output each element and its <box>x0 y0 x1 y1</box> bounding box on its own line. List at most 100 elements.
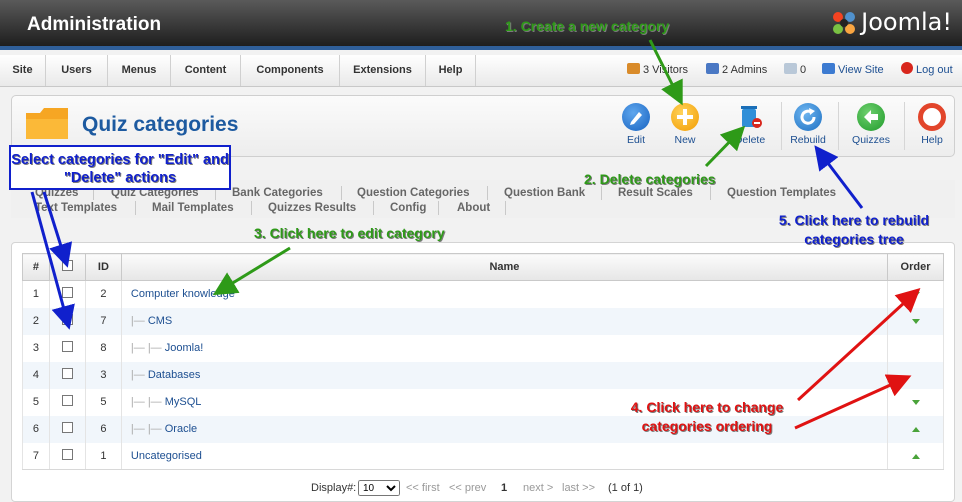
row-order <box>887 388 944 416</box>
row-checkbox[interactable] <box>61 368 73 379</box>
pagination: Display#: 10 << first << prev 1 next > l… <box>0 480 962 496</box>
main-menu: Site Users Menus Content Components Exte… <box>0 55 962 87</box>
rebuild-button[interactable]: Rebuild <box>783 103 833 149</box>
annotation-select-box: Select categories for "Edit" and "Delete… <box>9 145 231 190</box>
order-down-icon[interactable] <box>911 292 920 298</box>
joomla-logo: Joomla! <box>831 8 952 36</box>
order-up-icon[interactable] <box>911 427 920 432</box>
order-down-icon[interactable] <box>911 400 920 405</box>
logout-link[interactable]: Log out <box>901 55 953 86</box>
view-site-link[interactable]: View Site <box>822 55 884 86</box>
submenu-question-categories[interactable]: Question Categories <box>357 186 469 200</box>
menu-components[interactable]: Components <box>241 55 340 86</box>
row-number: 7 <box>22 442 50 470</box>
first-page-link[interactable]: << first <box>406 480 440 496</box>
row-checkbox[interactable] <box>61 341 73 352</box>
prev-page-link[interactable]: << prev <box>449 480 486 496</box>
submenu-separator <box>438 201 439 215</box>
delete-button[interactable]: Delete <box>725 103 775 149</box>
quizzes-button[interactable]: Quizzes <box>846 103 896 149</box>
joomla-logo-icon <box>833 12 856 34</box>
category-name-link[interactable]: Oracle <box>165 423 197 435</box>
submenu-bank-categories[interactable]: Bank Categories <box>232 186 323 200</box>
select-all-checkbox[interactable] <box>61 260 73 271</box>
menu-menus[interactable]: Menus <box>108 55 171 86</box>
row-checkbox[interactable] <box>61 422 73 433</box>
row-number: 5 <box>22 388 50 416</box>
row-checkbox[interactable] <box>61 395 73 406</box>
menu-users[interactable]: Users <box>46 55 108 86</box>
row-id: 2 <box>84 280 122 308</box>
category-name-link[interactable]: MySQL <box>165 396 202 408</box>
row-id: 6 <box>84 415 122 443</box>
row-id: 5 <box>84 388 122 416</box>
category-name-link[interactable]: Computer knowledge <box>131 288 235 300</box>
visitors-status[interactable]: 3 Visitors <box>627 55 688 86</box>
tree-prefix: |— |— <box>130 342 165 354</box>
page-info: (1 of 1) <box>608 482 643 494</box>
submenu-question-templates[interactable]: Question Templates <box>727 186 836 200</box>
refresh-icon <box>794 103 822 131</box>
row-select <box>48 388 86 416</box>
submenu-quizzes-results[interactable]: Quizzes Results <box>268 201 356 215</box>
submenu-text-templates[interactable]: Text Templates <box>35 201 117 215</box>
table-row: 4 3 |— Databases <box>22 361 944 389</box>
header-name[interactable]: Name <box>120 253 889 281</box>
next-page-link[interactable]: next > <box>523 480 553 496</box>
menu-extensions[interactable]: Extensions <box>340 55 426 86</box>
row-id: 8 <box>84 334 122 362</box>
row-id: 3 <box>84 361 122 389</box>
menu-content[interactable]: Content <box>171 55 241 86</box>
toolbar-separator <box>781 102 782 150</box>
joomla-logo-text: Joomla! <box>861 8 952 36</box>
header-select-all <box>48 253 86 281</box>
row-number: 3 <box>22 334 50 362</box>
last-page-link[interactable]: last >> <box>562 480 595 496</box>
category-name-link[interactable]: Databases <box>148 369 201 381</box>
header-order[interactable]: Order <box>887 253 944 281</box>
submenu-separator <box>373 201 374 215</box>
table-row: 7 1 Uncategorised <box>22 442 944 470</box>
new-button[interactable]: New <box>660 103 710 149</box>
admins-status[interactable]: 2 Admins <box>706 55 767 86</box>
row-checkbox[interactable] <box>61 314 73 325</box>
annotation-rebuild: 5. Click here to rebuild categories tree <box>778 212 930 247</box>
row-id: 1 <box>84 442 122 470</box>
admin-title: Administration <box>27 14 162 35</box>
table-row: 3 8 |— |— Joomla! <box>22 334 944 362</box>
trash-icon <box>736 103 764 131</box>
submenu-mail-templates[interactable]: Mail Templates <box>152 201 234 215</box>
menu-help[interactable]: Help <box>426 55 476 86</box>
submenu-separator <box>341 186 342 200</box>
submenu-separator <box>710 186 711 200</box>
order-down-icon[interactable] <box>911 319 920 324</box>
submenu-about[interactable]: About <box>457 201 490 215</box>
submenu-separator <box>601 186 602 200</box>
category-name-link[interactable]: Joomla! <box>165 342 204 354</box>
display-limit-select[interactable]: 10 <box>358 480 400 496</box>
submenu-question-bank[interactable]: Question Bank <box>504 186 585 200</box>
messages-status[interactable]: 0 <box>784 55 806 86</box>
table-header-row: # ID Name Order <box>22 253 944 281</box>
page-title: Quiz categories <box>82 113 239 136</box>
help-button[interactable]: Help <box>907 103 957 149</box>
submenu-result-scales[interactable]: Result Scales <box>618 186 693 200</box>
tree-prefix: |— <box>130 315 148 327</box>
order-up-icon[interactable] <box>911 453 920 459</box>
tree-prefix: |— <box>130 369 148 381</box>
category-name-link[interactable]: CMS <box>148 315 172 327</box>
submenu-config[interactable]: Config <box>390 201 426 215</box>
menu-site[interactable]: Site <box>0 55 46 86</box>
edit-button[interactable]: Edit <box>611 103 661 149</box>
current-page: 1 <box>501 482 508 494</box>
category-name-link[interactable]: Uncategorised <box>131 450 202 462</box>
row-checkbox[interactable] <box>61 287 73 299</box>
row-checkbox[interactable] <box>61 448 73 460</box>
header-id[interactable]: ID <box>84 253 122 281</box>
table-row: 6 6 |— |— Oracle <box>22 415 944 443</box>
row-select <box>48 334 86 362</box>
table-row: 1 2 Computer knowledge <box>22 280 944 308</box>
folder-icon <box>26 108 68 139</box>
lifebuoy-icon <box>918 103 946 131</box>
row-order <box>887 361 944 389</box>
